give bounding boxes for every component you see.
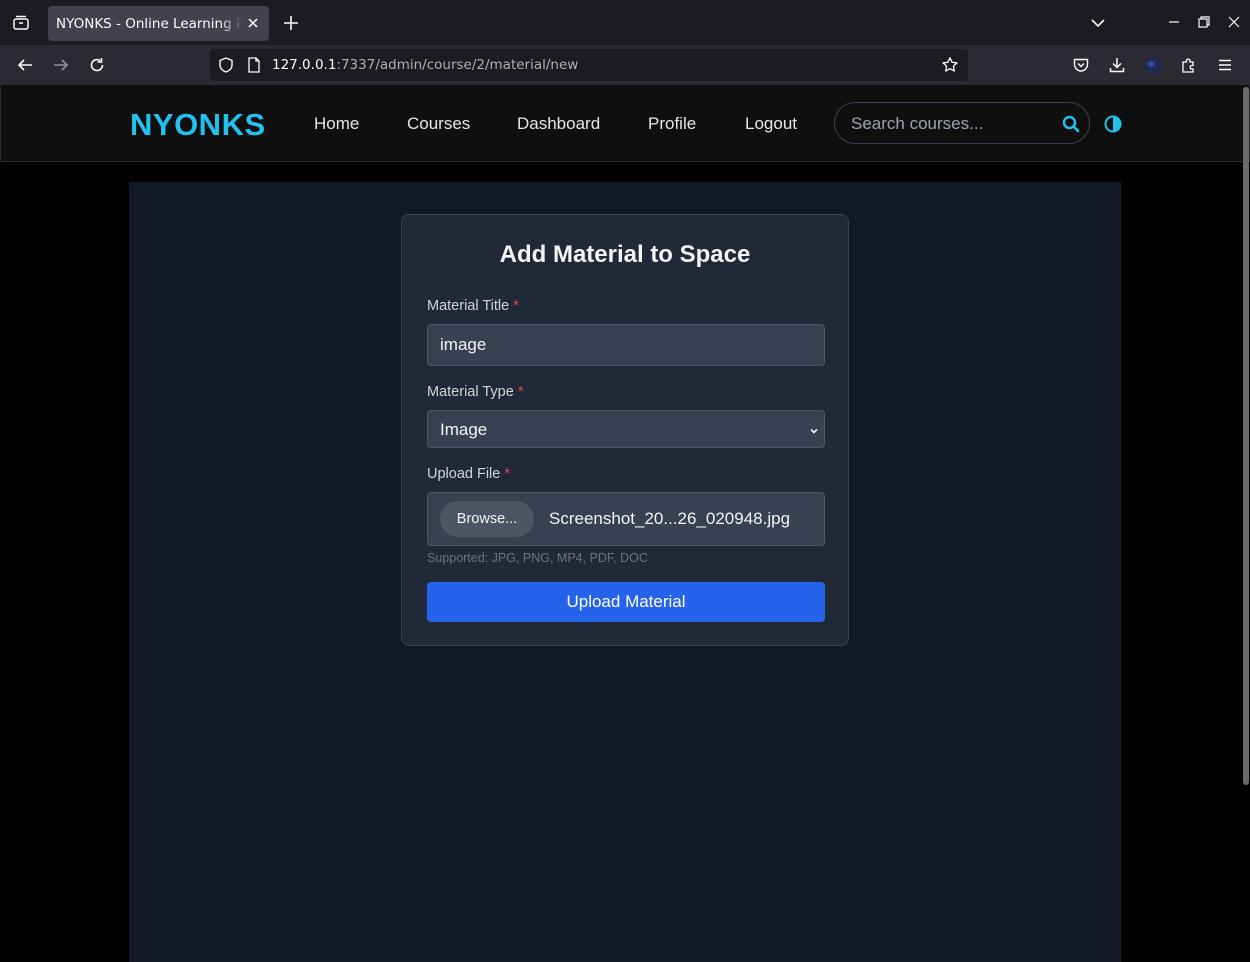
page-scrollbar[interactable]: [1243, 87, 1249, 785]
new-tab-icon[interactable]: [280, 12, 302, 34]
material-title-input[interactable]: [427, 324, 825, 366]
page-info-icon[interactable]: [242, 53, 266, 77]
required-mark: *: [517, 384, 524, 400]
bookmark-star-icon[interactable]: [938, 53, 962, 77]
nav-link-profile[interactable]: Profile: [648, 114, 696, 134]
upload-file-label-text: Upload File: [427, 466, 501, 482]
minimize-icon[interactable]: [1166, 14, 1182, 30]
browse-button[interactable]: Browse...: [440, 501, 534, 537]
nav-link-courses[interactable]: Courses: [407, 114, 470, 134]
shield-icon[interactable]: [214, 53, 238, 77]
reload-icon[interactable]: [85, 53, 109, 77]
add-material-form: Add Material to Space Material Title * M…: [401, 214, 849, 646]
upload-file-label: Upload File *: [427, 466, 510, 482]
material-type-select[interactable]: Image: [427, 410, 825, 448]
site-header: NYONKS Home Courses Dashboard Profile Lo…: [0, 85, 1250, 162]
material-type-label: Material Type *: [427, 384, 523, 400]
extensions-icon[interactable]: [1177, 53, 1201, 77]
nav-link-home[interactable]: Home: [314, 114, 359, 134]
upload-material-button[interactable]: Upload Material: [427, 582, 825, 622]
close-window-icon[interactable]: [1226, 14, 1242, 30]
nav-link-logout[interactable]: Logout: [745, 114, 797, 134]
extension-avatar-icon[interactable]: [1141, 53, 1165, 77]
menu-icon[interactable]: [1213, 53, 1237, 77]
material-type-label-text: Material Type: [427, 384, 514, 400]
form-title: Add Material to Space: [499, 241, 751, 268]
forward-icon[interactable]: [49, 53, 73, 77]
browser-tab[interactable]: NYONKS - Online Learning Platform: [48, 6, 269, 41]
tab-manager-icon[interactable]: [8, 10, 34, 36]
material-type-value: Image: [440, 420, 488, 439]
close-tab-icon[interactable]: [245, 15, 261, 31]
url-path: :7337/admin/course/2/material/new: [336, 57, 579, 73]
selected-file-name: Screenshot_20...26_020948.jpg: [549, 509, 791, 528]
url-text: 127.0.0.1:7337/admin/course/2/material/n…: [272, 57, 578, 73]
list-all-tabs-icon[interactable]: [1089, 14, 1107, 32]
required-mark: *: [513, 298, 519, 314]
supported-formats-hint: Supported: JPG, PNG, MP4, PDF, DOC: [427, 551, 648, 565]
required-mark: *: [504, 466, 511, 482]
browser-tab-bar: NYONKS - Online Learning Platform: [0, 0, 1250, 45]
address-bar[interactable]: 127.0.0.1:7337/admin/course/2/material/n…: [210, 49, 968, 81]
downloads-icon[interactable]: [1105, 53, 1129, 77]
pocket-icon[interactable]: [1069, 53, 1093, 77]
file-input[interactable]: Browse... Screenshot_20...26_020948.jpg: [427, 492, 825, 546]
search-box: [834, 102, 1090, 144]
material-title-label: Material Title *: [427, 298, 519, 314]
search-icon[interactable]: [1061, 114, 1081, 134]
search-input[interactable]: [851, 113, 1051, 135]
chevron-down-icon: [808, 424, 820, 436]
restore-icon[interactable]: [1196, 14, 1212, 30]
browser-toolbar: 127.0.0.1:7337/admin/course/2/material/n…: [0, 45, 1250, 85]
material-title-label-text: Material Title: [427, 298, 510, 314]
nav-link-dashboard[interactable]: Dashboard: [517, 114, 600, 134]
tab-title: NYONKS - Online Learning Platform: [56, 16, 242, 32]
site-logo[interactable]: NYONKS: [130, 107, 266, 143]
theme-toggle-icon[interactable]: [1103, 114, 1123, 134]
url-host: 127.0.0.1: [272, 57, 337, 73]
back-icon[interactable]: [13, 53, 37, 77]
